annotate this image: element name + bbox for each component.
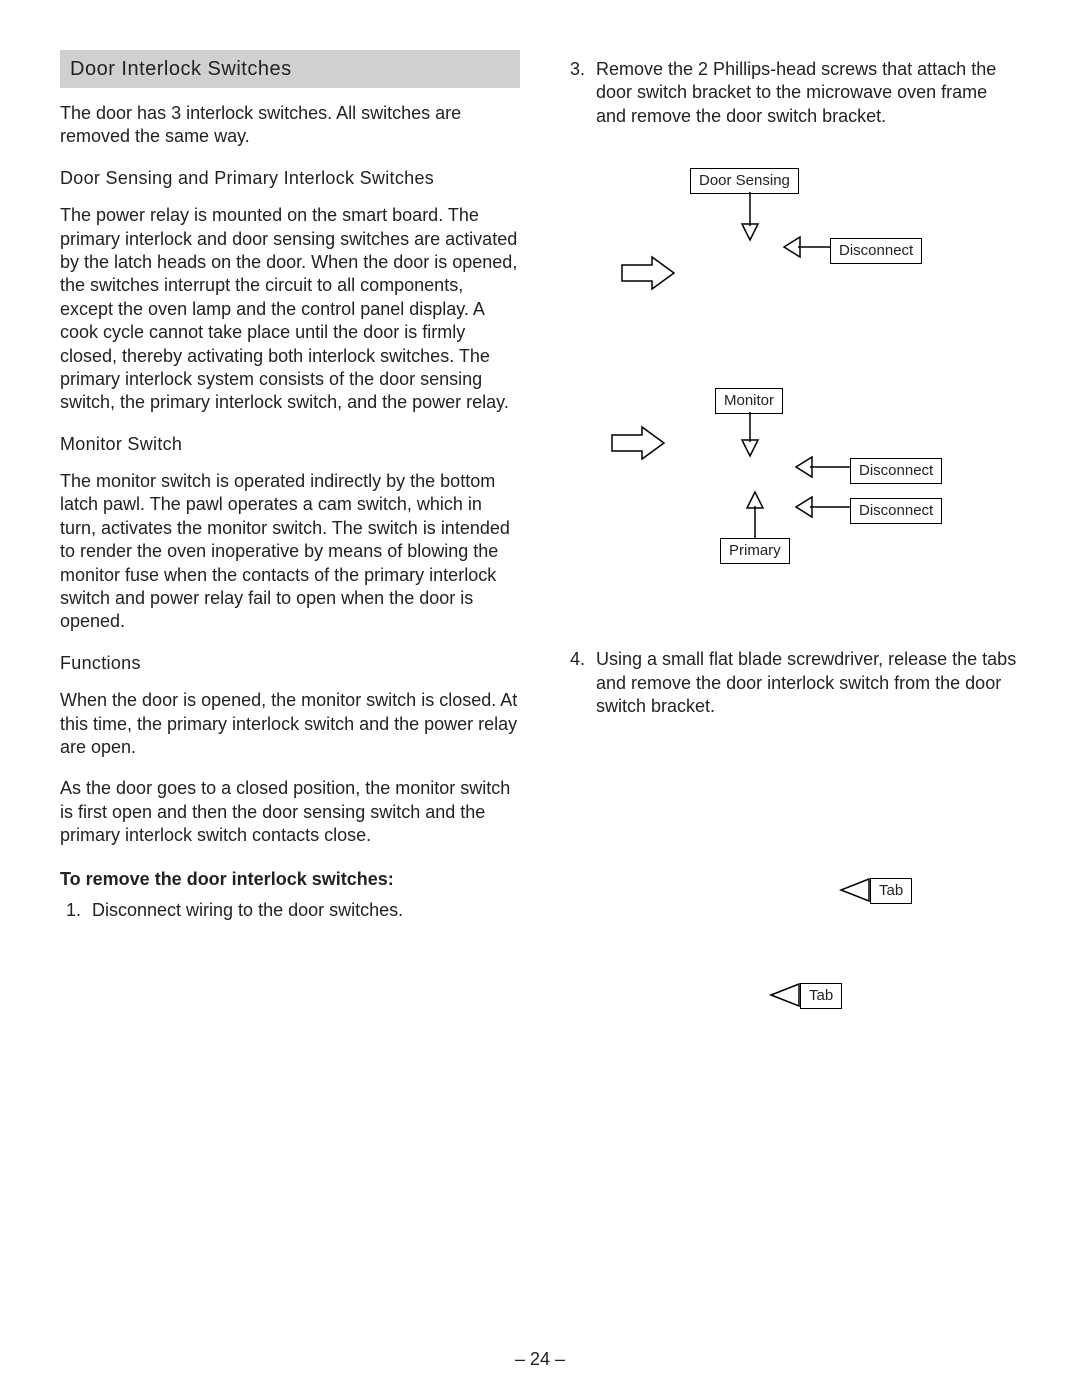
arrow-down-icon xyxy=(740,412,780,467)
subheading-functions: Functions xyxy=(60,652,520,675)
removal-steps-right: Remove the 2 Phillips-head screws that a… xyxy=(560,58,1020,128)
subheading-monitor-switch: Monitor Switch xyxy=(60,433,520,456)
arrow-right-icon xyxy=(790,443,860,483)
arrow-right-icon xyxy=(790,483,860,523)
switch-diagram: Door Sensing Disconnect Monitor xyxy=(560,168,1020,588)
subheading-remove-switches: To remove the door interlock switches: xyxy=(60,868,520,891)
label-tab: Tab xyxy=(800,983,842,1009)
subheading-door-sensing: Door Sensing and Primary Interlock Switc… xyxy=(60,167,520,190)
left-column: Door Interlock Switches The door has 3 i… xyxy=(60,50,520,1008)
page-number: – 24 – xyxy=(0,1348,1080,1371)
arrow-up-icon xyxy=(745,488,785,543)
paragraph: As the door goes to a closed position, t… xyxy=(60,777,520,847)
arrow-down-icon xyxy=(740,192,780,252)
label-monitor: Monitor xyxy=(715,388,783,414)
paragraph: The power relay is mounted on the smart … xyxy=(60,204,520,415)
step-1: Disconnect wiring to the door switches. xyxy=(86,899,520,922)
arrow-left-icon xyxy=(765,978,805,1012)
removal-steps-left: Disconnect wiring to the door switches. xyxy=(60,899,520,922)
paragraph: The monitor switch is operated indirectl… xyxy=(60,470,520,634)
hollow-arrow-right-icon xyxy=(610,423,670,463)
two-column-layout: Door Interlock Switches The door has 3 i… xyxy=(60,50,1020,1008)
label-tab: Tab xyxy=(870,878,912,904)
arrow-left-icon xyxy=(835,873,875,907)
arrow-right-icon xyxy=(780,223,840,263)
removal-steps-right-2: Using a small flat blade screwdriver, re… xyxy=(560,648,1020,718)
label-disconnect: Disconnect xyxy=(830,238,922,264)
label-disconnect: Disconnect xyxy=(850,498,942,524)
intro-paragraph: The door has 3 interlock switches. All s… xyxy=(60,102,520,149)
step-3: Remove the 2 Phillips-head screws that a… xyxy=(590,58,1020,128)
label-door-sensing: Door Sensing xyxy=(690,168,799,194)
hollow-arrow-right-icon xyxy=(620,253,680,293)
right-column: Remove the 2 Phillips-head screws that a… xyxy=(560,50,1020,1008)
tab-diagram: Tab Tab xyxy=(560,758,1020,1008)
page: Door Interlock Switches The door has 3 i… xyxy=(0,0,1080,1397)
label-disconnect: Disconnect xyxy=(850,458,942,484)
step-4: Using a small flat blade screwdriver, re… xyxy=(590,648,1020,718)
paragraph: When the door is opened, the monitor swi… xyxy=(60,689,520,759)
section-heading: Door Interlock Switches xyxy=(60,50,520,88)
